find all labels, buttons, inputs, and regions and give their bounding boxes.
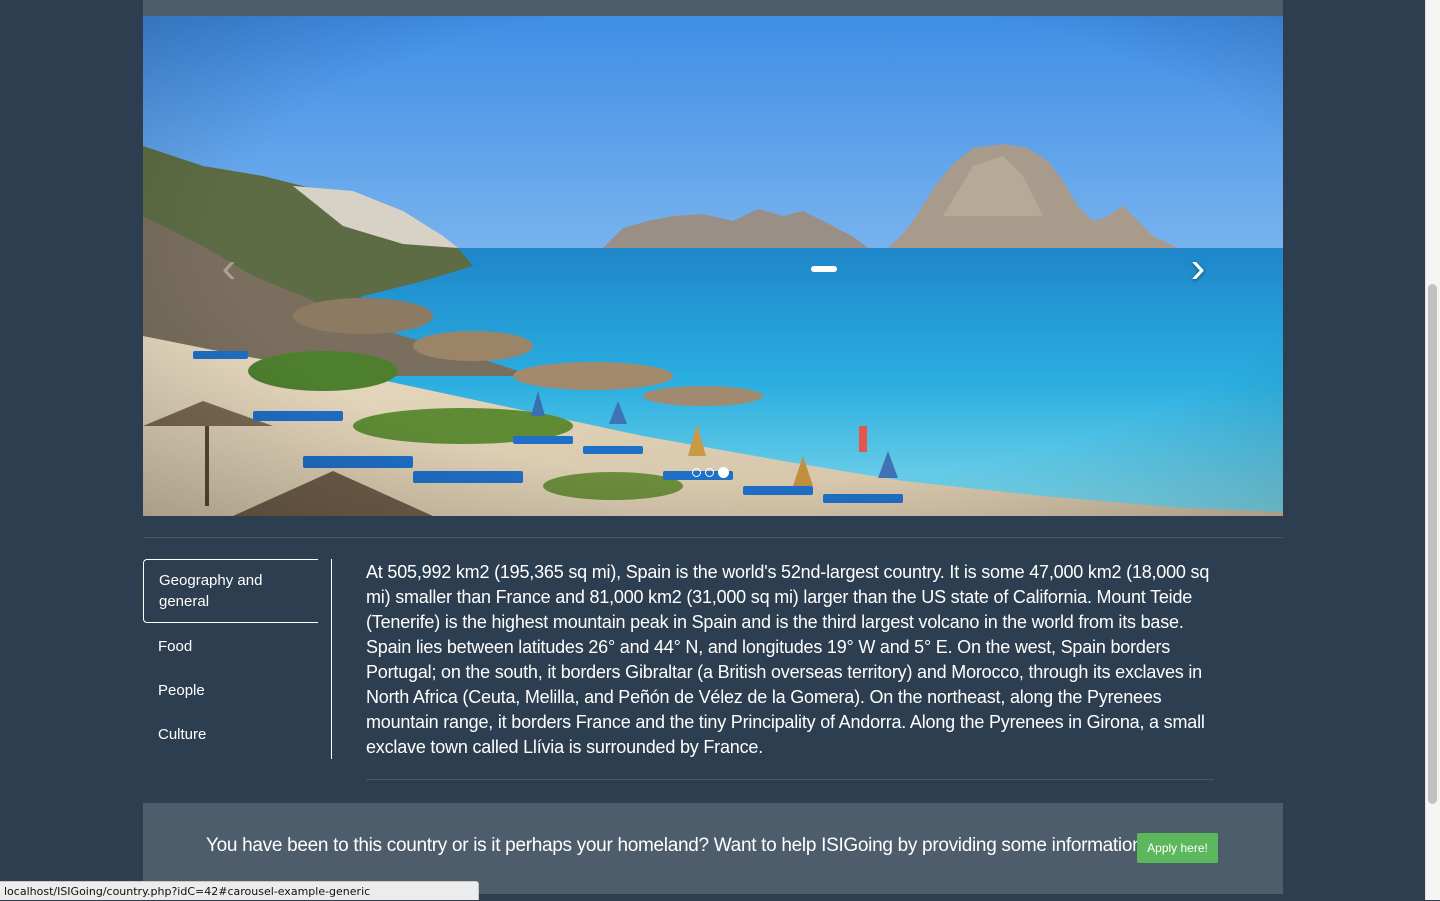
scrollbar-thumb[interactable]	[1428, 284, 1437, 804]
chevron-right-icon: ›	[1190, 243, 1206, 292]
carousel-prev-button[interactable]: ‹	[199, 244, 259, 292]
browser-status-bar: localhost/ISIGoing/country.php?idC=42#ca…	[0, 881, 479, 900]
carousel-next-button[interactable]: ›	[1168, 244, 1228, 292]
tab-culture[interactable]: Culture	[143, 714, 318, 755]
carousel-indicator-2[interactable]	[705, 468, 714, 477]
tab-geography[interactable]: Geography and general	[143, 559, 318, 623]
tab-label: People	[158, 682, 205, 699]
top-panel-strip	[143, 0, 1283, 16]
content-divider	[366, 779, 1214, 780]
tabs-vertical-divider	[331, 559, 332, 759]
carousel-indicator-3[interactable]	[718, 467, 729, 478]
tab-people[interactable]: People	[143, 670, 318, 711]
tab-food[interactable]: Food	[143, 626, 318, 667]
section-divider	[143, 537, 1283, 538]
image-carousel: ‹ ›	[143, 16, 1283, 516]
tab-content-text: At 505,992 km2 (195,365 sq mi), Spain is…	[366, 562, 1210, 757]
carousel-indicator-1[interactable]	[692, 468, 701, 477]
contribute-text: You have been to this country or is it p…	[206, 835, 1153, 856]
country-info-tabs: Geography and general Food People Cultur…	[143, 559, 318, 755]
tab-label: Culture	[158, 726, 207, 743]
carousel-indicators	[692, 467, 729, 478]
apply-button[interactable]: Apply here!	[1137, 833, 1218, 863]
tab-label: Food	[158, 638, 193, 655]
beach-slide-image	[143, 16, 1283, 516]
tab-label: Geography and general	[159, 572, 263, 610]
chevron-left-icon: ‹	[221, 243, 237, 292]
